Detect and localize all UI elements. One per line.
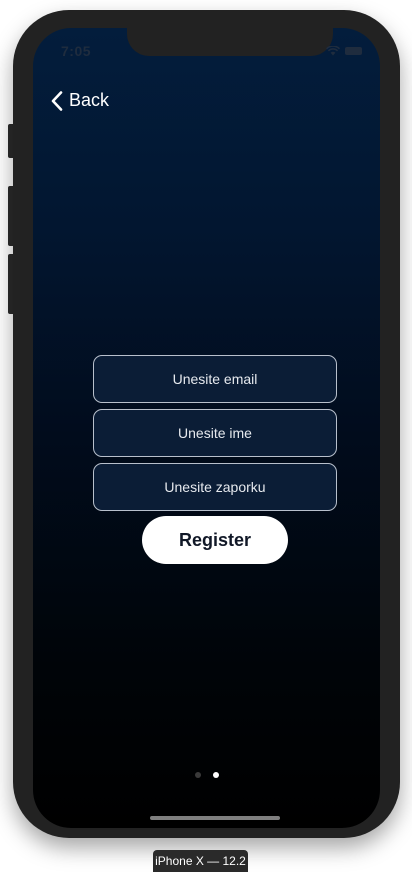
device-notch bbox=[127, 28, 333, 56]
status-icons bbox=[326, 46, 362, 56]
app-screen: 7:05 Back Register bbox=[33, 28, 380, 828]
wifi-icon bbox=[326, 46, 340, 56]
page-indicator[interactable] bbox=[33, 772, 380, 778]
device-frame: 7:05 Back Register bbox=[13, 10, 400, 838]
battery-icon bbox=[345, 47, 362, 55]
chevron-left-icon bbox=[51, 90, 63, 111]
status-time: 7:05 bbox=[61, 43, 92, 59]
simulator-stage: 7:05 Back Register bbox=[0, 0, 412, 872]
back-button[interactable]: Back bbox=[51, 90, 109, 111]
register-button[interactable]: Register bbox=[142, 516, 288, 564]
device-caption: iPhone X — 12.2 bbox=[153, 850, 248, 872]
registration-form bbox=[93, 355, 337, 517]
password-field[interactable] bbox=[93, 463, 337, 511]
page-dot bbox=[212, 772, 219, 778]
back-label: Back bbox=[69, 90, 110, 110]
page-dot bbox=[194, 772, 201, 778]
home-indicator[interactable] bbox=[150, 816, 280, 820]
email-field[interactable] bbox=[93, 355, 337, 403]
name-field[interactable] bbox=[93, 409, 337, 457]
